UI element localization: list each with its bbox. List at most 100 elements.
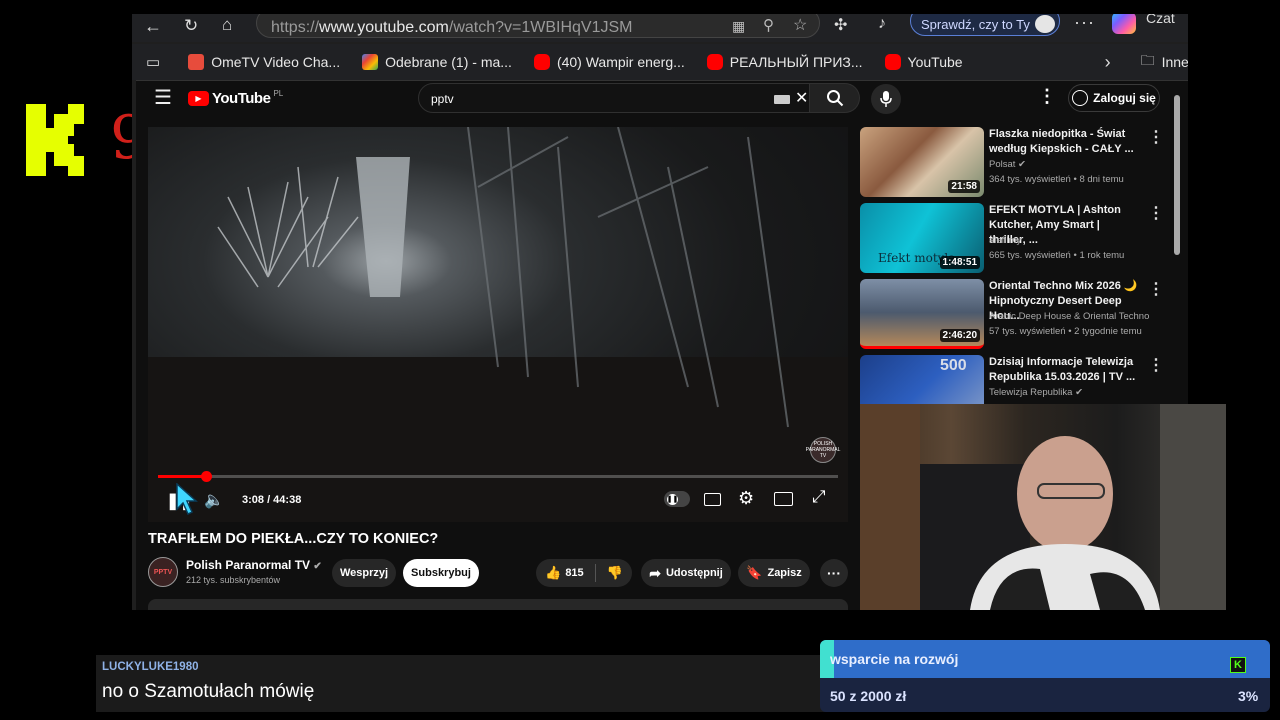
- address-bar-row: ← ↻ ⌂ https://www.youtube.com/watch?v=1W…: [132, 14, 1188, 42]
- chevron-right-icon[interactable]: ›: [1105, 52, 1111, 73]
- yt-header: ☰ ▶ YouTube PL pptv ✕ ⋮ Zaloguj się: [136, 81, 1188, 121]
- video-thumbnail: 2:46:20: [860, 279, 984, 349]
- duration-badge: 2:46:20: [939, 329, 980, 342]
- share-button[interactable]: ➦ Udostępnij: [641, 559, 731, 587]
- settings-kebab-icon[interactable]: ⋮: [1038, 86, 1056, 107]
- bookmark-label: РЕАЛЬНЫЙ ПРИЗ...: [729, 54, 863, 70]
- related-channel: Arabic Deep House & Oriental Techno: [989, 311, 1150, 322]
- bookmark-item[interactable]: Odebrane (1) - ma...: [362, 54, 512, 70]
- related-video-item[interactable]: 2:46:20 Oriental Techno Mix 2026 🌙 Hipnot…: [860, 279, 1164, 349]
- page-scrollbar[interactable]: [1174, 95, 1180, 255]
- youtube-icon: [706, 54, 723, 70]
- more-menu-icon[interactable]: ···: [1074, 14, 1095, 33]
- theater-mode-icon[interactable]: [774, 492, 793, 506]
- other-bookmarks-label: Inne ulubione: [1161, 54, 1188, 70]
- bookmark-item[interactable]: РЕАЛЬНЫЙ ПРИЗ...: [706, 54, 863, 70]
- copilot-signin-pill[interactable]: Sprawdź, czy to Ty: [910, 14, 1060, 36]
- volume-icon[interactable]: 🔈: [204, 490, 224, 510]
- video-thumbnail: 500: [860, 355, 984, 407]
- bookmark-icon: 🔖: [746, 565, 763, 580]
- bookmark-item[interactable]: OmeTV Video Cha...: [188, 54, 340, 70]
- keyboard-icon[interactable]: [774, 95, 790, 104]
- signin-button[interactable]: Zaloguj się: [1068, 84, 1160, 112]
- collections-icon[interactable]: ▭: [146, 53, 160, 71]
- save-button[interactable]: 🔖 Zapisz: [738, 559, 810, 587]
- title-line: Republika 15.03.2026 | TV ...: [989, 371, 1136, 383]
- fullscreen-icon[interactable]: ⤢: [812, 487, 826, 507]
- progress-track[interactable]: [158, 471, 838, 482]
- kebab-menu-icon[interactable]: ⋮: [1148, 127, 1164, 147]
- related-video-item[interactable]: Efekt motyla 1:48:51 EFEKT MOTYLA | Ashto…: [860, 203, 1164, 273]
- like-button[interactable]: 👍 815: [545, 565, 584, 581]
- clear-search-icon[interactable]: ✕: [795, 88, 808, 108]
- kebab-menu-icon[interactable]: ⋮: [1148, 355, 1160, 375]
- related-video-item[interactable]: 21:58 Flaszka niedopitka - Świat według K…: [860, 127, 1164, 197]
- back-icon[interactable]: ←: [144, 16, 162, 37]
- address-bar[interactable]: https://www.youtube.com/watch?v=1WBIHqV1…: [256, 14, 820, 38]
- signin-label: Zaloguj się: [1093, 91, 1156, 105]
- donation-goal-widget: wsparcie na rozwój K 50 z 2000 zł 3%: [820, 640, 1270, 712]
- webcam-feed: [860, 404, 1226, 610]
- subtitles-icon[interactable]: [704, 493, 721, 506]
- bookmarks-bar: ▭ OmeTV Video Cha... Odebrane (1) - ma..…: [132, 44, 1188, 80]
- zoom-icon[interactable]: ⚲: [763, 16, 774, 34]
- channel-text: Telewizja Republika: [989, 387, 1073, 398]
- save-label: Zapisz: [767, 567, 802, 579]
- channel-avatar[interactable]: PPTV: [148, 557, 178, 587]
- chat-username: LUCKYLUKE1980: [102, 661, 199, 673]
- more-actions-button[interactable]: ···: [820, 559, 848, 587]
- performance-icon[interactable]: ♪: [878, 15, 886, 33]
- related-channel: Telewizja Republika ✔: [989, 385, 1083, 400]
- kebab-menu-icon[interactable]: ⋮: [1148, 279, 1164, 299]
- description-box[interactable]: [148, 599, 848, 610]
- autoplay-toggle[interactable]: ❚❚: [664, 491, 690, 507]
- gmail-icon: [362, 54, 379, 70]
- settings-gear-icon[interactable]: ⚙: [738, 488, 754, 509]
- url-prefix: https://: [271, 19, 320, 36]
- search-input[interactable]: pptv ✕: [418, 83, 810, 113]
- search-button[interactable]: [810, 83, 860, 113]
- reload-icon[interactable]: ↻: [184, 16, 198, 36]
- progress-fill: [158, 475, 206, 478]
- copilot-icon[interactable]: [1112, 14, 1136, 34]
- video-frame-forest: [148, 127, 848, 522]
- share-label: Udostępnij: [665, 567, 723, 579]
- verified-icon: ✔: [1075, 387, 1084, 398]
- yt-logo[interactable]: ▶ YouTube PL: [188, 89, 284, 107]
- duration-badge: 1:48:51: [939, 256, 980, 269]
- account-icon: [1072, 90, 1089, 106]
- video-player[interactable]: POLISH PARANORMAL TV ❚❚ 🔈 3:08 / 44:38 ❚…: [148, 127, 848, 522]
- chat-message: LUCKYLUKE1980 no o Szamotułach mówię: [96, 655, 836, 712]
- chat-label[interactable]: Czat: [1146, 14, 1175, 26]
- voice-search-button[interactable]: [871, 84, 901, 114]
- hamburger-menu-icon[interactable]: ☰: [154, 85, 172, 110]
- like-dislike-group: 👍 815 👎: [536, 559, 632, 587]
- support-button[interactable]: Wesprzyj: [332, 559, 396, 587]
- url-host: www.youtube.com: [319, 19, 449, 36]
- microphone-icon: [880, 91, 892, 107]
- channel-name[interactable]: Polish Paranormal TV ✔: [186, 558, 322, 572]
- extensions-icon[interactable]: ✣: [834, 15, 847, 35]
- yt-region: PL: [273, 89, 284, 98]
- bookmark-item[interactable]: YouTube: [884, 54, 963, 70]
- progress-scrubber[interactable]: [200, 471, 212, 482]
- related-videos: 21:58 Flaszka niedopitka - Świat według K…: [860, 127, 1164, 407]
- chat-text: no o Szamotułach mówię: [102, 681, 315, 702]
- subscribe-button[interactable]: Subskrybuj: [403, 559, 479, 587]
- title-line: Dzisiaj Informacje Telewizja: [989, 356, 1134, 368]
- subscriber-count: 212 tys. subskrybentów: [186, 575, 281, 585]
- related-video-item[interactable]: 500 Dzisiaj Informacje Telewizja Republik…: [860, 355, 1160, 407]
- split-screen-icon[interactable]: ▦: [732, 18, 745, 35]
- bookmark-label: Odebrane (1) - ma...: [385, 54, 512, 70]
- channel-watermark[interactable]: POLISH PARANORMAL TV: [806, 437, 840, 463]
- home-icon[interactable]: ⌂: [222, 15, 232, 35]
- title-line: Oriental Techno Mix 2026 🌙: [989, 280, 1138, 292]
- favorite-star-icon[interactable]: ☆: [793, 15, 807, 35]
- video-thumbnail: 21:58: [860, 127, 984, 197]
- kebab-menu-icon[interactable]: ⋮: [1148, 203, 1164, 223]
- thumb-down-icon[interactable]: 👎: [607, 565, 623, 581]
- youtube-icon: [533, 54, 550, 70]
- bookmark-item[interactable]: (40) Wampir energ...: [533, 54, 685, 70]
- other-bookmarks[interactable]: 🗀 Inne ulubione: [1141, 50, 1188, 74]
- verified-icon: ✔: [1018, 159, 1027, 170]
